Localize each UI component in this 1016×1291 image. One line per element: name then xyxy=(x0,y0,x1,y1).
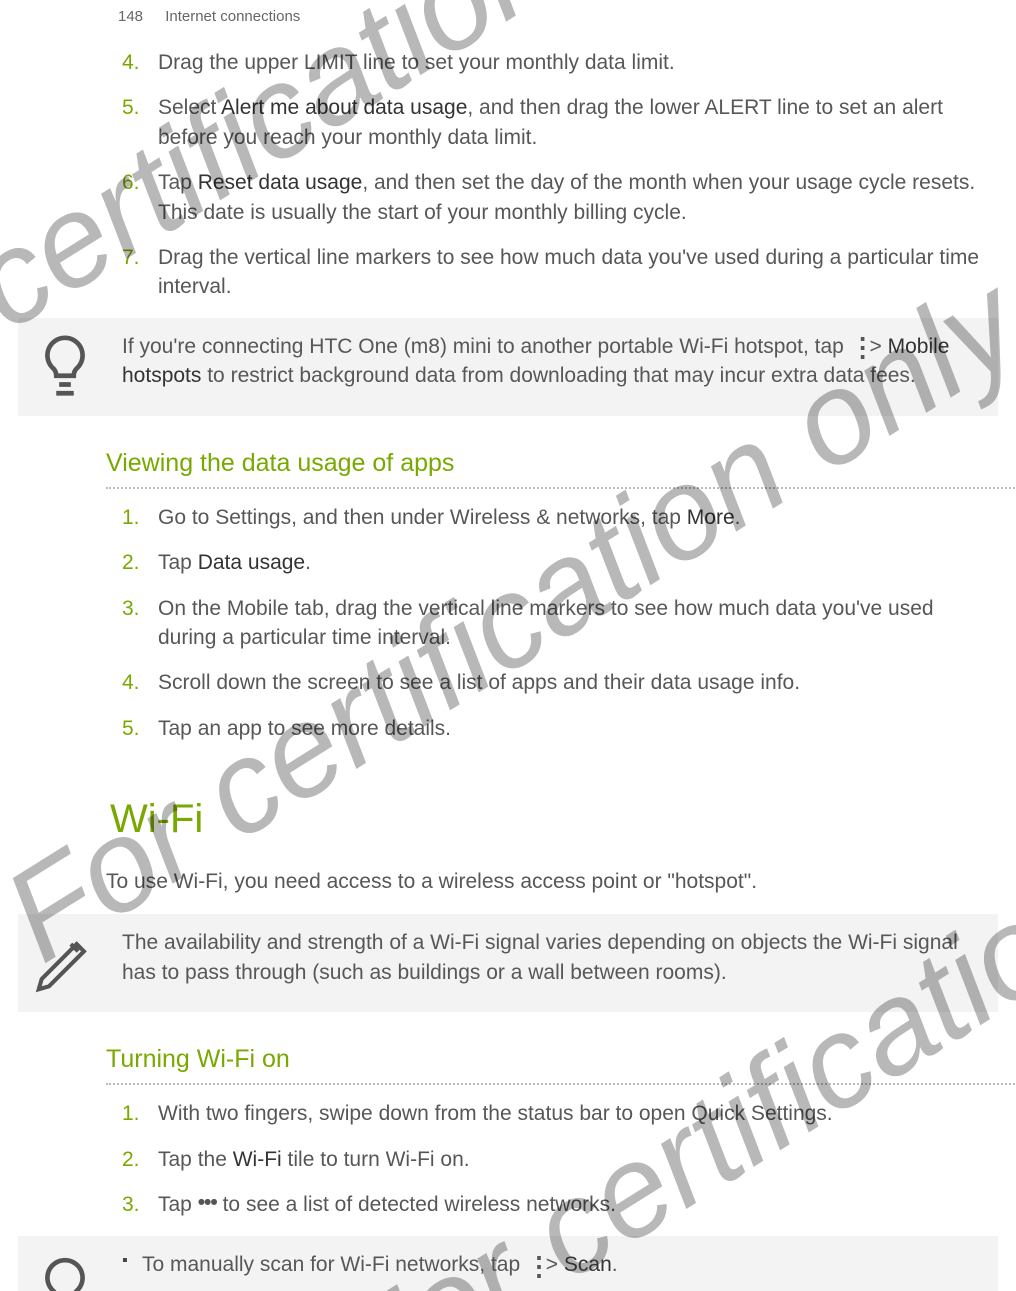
bold-alert-me: Alert me about data usage xyxy=(221,96,467,119)
step-num: 4. xyxy=(110,668,158,697)
text: Tap the xyxy=(158,1148,233,1171)
text: to see a list of detected wireless netwo… xyxy=(217,1193,616,1216)
step-num: 3. xyxy=(110,1190,158,1220)
subhead-view-data-usage: Viewing the data usage of apps xyxy=(106,446,998,481)
step-num: 1. xyxy=(110,1099,158,1128)
step-7: 7. Drag the vertical line markers to see… xyxy=(110,243,998,302)
step-num: 1. xyxy=(110,503,158,532)
content: 4. Drag the upper LIMIT line to set your… xyxy=(18,0,998,1291)
tip-text: If you're connecting HTC One (m8) mini t… xyxy=(122,332,986,402)
note-wifi-signal: The availability and strength of a Wi-Fi… xyxy=(18,914,998,1012)
more-icon: ••• xyxy=(198,1188,217,1217)
pencil-icon xyxy=(30,928,108,998)
step-3: 3. Tap ••• to see a list of detected wir… xyxy=(110,1190,998,1220)
bold-more: More xyxy=(687,506,735,529)
step-num: 2. xyxy=(110,548,158,577)
tip-wifi-scan: To manually scan for Wi-Fi networks, tap… xyxy=(18,1236,998,1291)
step-4: 4. Scroll down the screen to see a list … xyxy=(110,668,998,697)
step-text: Drag the vertical line markers to see ho… xyxy=(158,243,998,302)
tip-item-scan: To manually scan for Wi-Fi networks, tap… xyxy=(122,1250,976,1279)
text: . xyxy=(735,506,741,529)
step-5: 5. Select Alert me about data usage, and… xyxy=(110,93,998,152)
step-1: 1. Go to Settings, and then under Wirele… xyxy=(110,503,998,532)
text: Tap xyxy=(158,551,198,574)
step-text: Select Alert me about data usage, and th… xyxy=(158,93,998,152)
text: Tap xyxy=(158,171,198,194)
step-5: 5. Tap an app to see more details. xyxy=(110,714,998,743)
step-6: 6. Tap Reset data usage, and then set th… xyxy=(110,168,998,227)
step-text: Drag the upper LIMIT line to set your mo… xyxy=(158,48,998,77)
text: To manually scan for Wi-Fi networks, tap xyxy=(142,1253,526,1276)
bold-scan: Scan xyxy=(564,1253,612,1276)
step-text: Tap Reset data usage, and then set the d… xyxy=(158,168,998,227)
steps-view-data: 1. Go to Settings, and then under Wirele… xyxy=(110,503,998,743)
bulb-icon xyxy=(30,332,108,402)
step-num: 2. xyxy=(110,1145,158,1174)
step-text: With two fingers, swipe down from the st… xyxy=(158,1099,998,1128)
bold-wifi: Wi-Fi xyxy=(233,1148,282,1171)
menu-icon xyxy=(850,335,864,355)
steps-data-limit: 4. Drag the upper LIMIT line to set your… xyxy=(110,48,998,302)
step-text: Scroll down the screen to see a list of … xyxy=(158,668,998,697)
text: . xyxy=(612,1253,618,1276)
text: Select xyxy=(158,96,221,119)
text: tile to turn Wi-Fi on. xyxy=(282,1148,470,1171)
step-1: 1. With two fingers, swipe down from the… xyxy=(110,1099,998,1128)
steps-turn-wifi-on: 1. With two fingers, swipe down from the… xyxy=(110,1099,998,1220)
text: . xyxy=(305,551,311,574)
step-num: 7. xyxy=(110,243,158,302)
note-text: The availability and strength of a Wi-Fi… xyxy=(122,928,986,998)
tip-text: To manually scan for Wi-Fi networks, tap… xyxy=(122,1250,986,1291)
section-title: Internet connections xyxy=(165,8,300,25)
step-num: 4. xyxy=(110,48,158,77)
page: For certification only For certification… xyxy=(0,0,1016,1291)
step-text: On the Mobile tab, drag the vertical lin… xyxy=(158,594,998,653)
heading-wifi: Wi-Fi xyxy=(110,791,998,847)
text: Go to Settings, and then under Wireless … xyxy=(158,506,687,529)
step-num: 6. xyxy=(110,168,158,227)
text: to restrict background data from downloa… xyxy=(201,364,915,387)
bold-reset-data: Reset data usage xyxy=(198,171,363,194)
divider xyxy=(106,487,1016,489)
step-num: 5. xyxy=(110,714,158,743)
step-text: Tap an app to see more details. xyxy=(158,714,998,743)
page-header: 148 Internet connections xyxy=(118,6,300,27)
para-wifi-intro: To use Wi-Fi, you need access to a wirel… xyxy=(106,867,998,896)
step-text: Tap Data usage. xyxy=(158,548,998,577)
step-2: 2. Tap Data usage. xyxy=(110,548,998,577)
text: Tap xyxy=(158,1193,198,1216)
step-3: 3. On the Mobile tab, drag the vertical … xyxy=(110,594,998,653)
tip-list: To manually scan for Wi-Fi networks, tap… xyxy=(122,1250,976,1291)
step-4: 4. Drag the upper LIMIT line to set your… xyxy=(110,48,998,77)
step-num: 5. xyxy=(110,93,158,152)
divider xyxy=(106,1083,1016,1085)
page-number: 148 xyxy=(118,8,143,25)
subhead-turning-wifi-on: Turning Wi-Fi on xyxy=(106,1042,998,1077)
step-text: Tap the Wi-Fi tile to turn Wi-Fi on. xyxy=(158,1145,998,1174)
tip-hotspot: If you're connecting HTC One (m8) mini t… xyxy=(18,318,998,416)
step-text: Go to Settings, and then under Wireless … xyxy=(158,503,998,532)
step-num: 3. xyxy=(110,594,158,653)
bold-data-usage: Data usage xyxy=(198,551,305,574)
bulb-icon xyxy=(30,1250,108,1291)
step-2: 2. Tap the Wi-Fi tile to turn Wi-Fi on. xyxy=(110,1145,998,1174)
text: If you're connecting HTC One (m8) mini t… xyxy=(122,335,850,358)
step-text: Tap ••• to see a list of detected wirele… xyxy=(158,1190,998,1220)
menu-icon xyxy=(526,1254,540,1274)
